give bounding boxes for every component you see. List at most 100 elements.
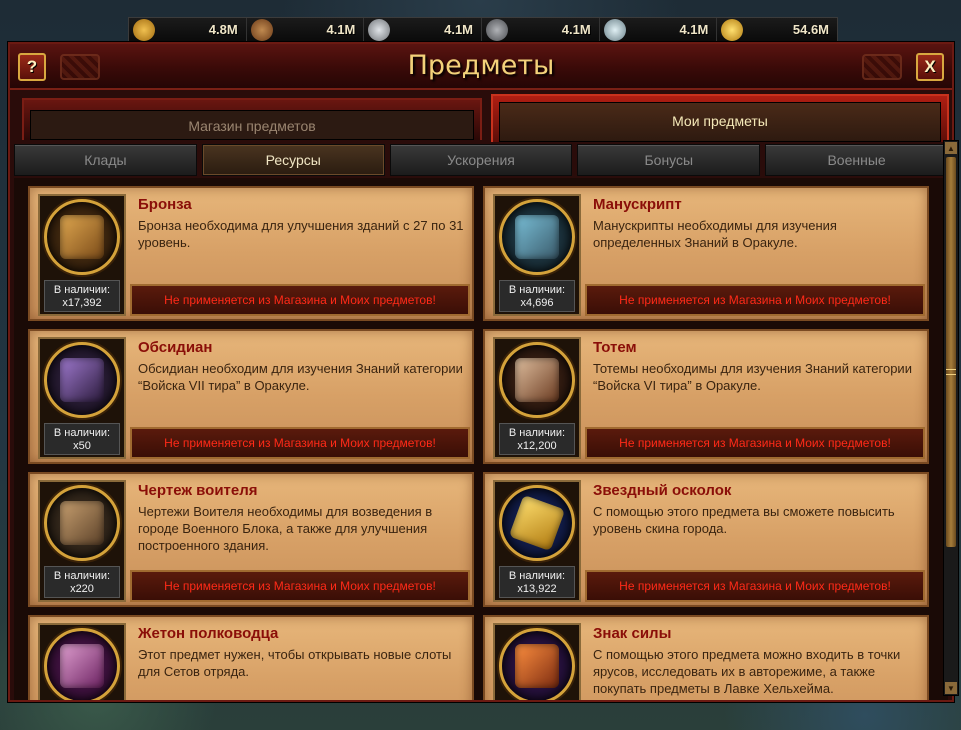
resource-value: 4.1M [444,22,474,37]
close-button[interactable]: X [916,53,944,81]
stock-label: В наличии: [53,570,111,582]
item-name: Жетон полководца [138,625,279,642]
icon-circle [499,485,575,561]
scroll-thumb[interactable] [946,157,956,547]
icon-circle [44,199,120,275]
not-applicable-notice: Не применяется из Магазина и Моих предме… [130,570,470,602]
item-description: Этот предмет нужен, чтобы открывать новы… [138,647,452,679]
subtab-military[interactable]: Военные [765,144,948,176]
resource-value: 4.1M [561,22,591,37]
stock-label: В наличии: [508,570,566,582]
not-applicable-notice: Не применяется из Магазина и Моих предме… [585,427,925,459]
item-card-commander-token: Жетон полководца Этот предмет нужен, что… [28,615,474,700]
stock-box: В наличии: x12,200 [499,423,575,455]
stone-icon [486,19,509,41]
stock-label: В наличии: [53,427,111,439]
not-applicable-notice: Не применяется из Магазина и Моих предме… [130,427,470,459]
item-description: Обсидиан необходим для изучения Знаний к… [138,361,463,393]
stock-count: x50 [73,440,91,452]
not-applicable-notice: Не применяется из Магазина и Моих предме… [130,284,470,316]
resource-value: 4.8M [208,22,238,37]
resource-value: 4.1M [326,22,356,37]
item-description: Чертежи Воителя необходимы для возведени… [138,504,433,553]
resource-bar: 4.8M 4.1M 4.1M 4.1M 4.1M 54.6M [128,17,838,43]
resource-stone: 4.1M [482,18,600,42]
resource-wheat: 4.8M [129,18,247,42]
icon-circle [44,485,120,561]
title-bar: ? Предметы X [10,44,952,90]
tab-my-items[interactable]: Мои предметы [491,94,949,142]
resource-gold: 54.6M [717,18,837,42]
items-window: ? Предметы X Магазин предметов Мои предм… [8,42,954,702]
wheat-icon [133,19,155,41]
manuscript-icon [515,215,559,259]
gold-icon [721,19,744,41]
item-icon-frame: В наличии: x12,200 [493,337,581,459]
resource-wood: 4.1M [247,18,365,42]
subtab-bonuses[interactable]: Бонусы [577,144,761,176]
stock-box: В наличии: x13,922 [499,566,575,598]
item-description: С помощью этого предмета вы сможете повы… [593,504,895,536]
resource-value: 54.6M [792,22,830,37]
item-icon-frame: В наличии: x50 [38,337,126,459]
not-applicable-notice: Не применяется из Магазина и Моих предме… [585,570,925,602]
stock-count: x220 [70,583,94,595]
item-icon-frame [38,623,126,700]
stock-box: В наличии: x50 [44,423,120,455]
item-description: С помощью этого предмета можно входить в… [593,647,901,696]
item-card-totem: В наличии: x12,200 Тотем Тотемы необходи… [483,329,929,464]
window-title: Предметы [407,50,555,81]
item-icon-frame: В наличии: x220 [38,480,126,602]
not-applicable-notice: Не применяется из Магазина и Моих предме… [585,284,925,316]
totem-icon [515,358,559,402]
icon-circle [499,199,575,275]
stock-count: x17,392 [62,297,102,309]
wood-icon [250,19,273,41]
item-name: Тотем [593,339,637,356]
stock-count: x4,696 [520,297,554,309]
tab-item-shop[interactable]: Магазин предметов [22,98,482,140]
item-name: Знак силы [593,625,672,642]
icon-circle [499,342,575,418]
item-icon-frame: В наличии: x13,922 [493,480,581,602]
tab-label: Мои предметы [672,113,768,129]
iron-icon [368,19,391,41]
icon-circle [44,342,120,418]
icon-circle [499,628,575,700]
stock-label: В наличии: [508,284,566,296]
stock-count: x13,922 [517,583,557,595]
bronze-icon [60,215,104,259]
item-card-manuscript: В наличии: x4,696 Манускрипт Манускрипты… [483,186,929,321]
stock-label: В наличии: [53,284,111,296]
stock-box: В наличии: x4,696 [499,280,575,312]
resource-silver: 4.1M [600,18,718,42]
item-name: Бронза [138,196,192,213]
tab-label: Магазин предметов [188,118,316,134]
subtab-speedups[interactable]: Ускорения [389,144,573,176]
category-tabs: Клады Ресурсы Ускорения Бонусы Военные [14,144,948,176]
list-scrollbar[interactable]: ▲ ▼ [943,140,959,696]
subtab-resources[interactable]: Ресурсы [201,144,385,176]
scroll-grip-icon [946,369,956,375]
items-list: В наличии: x17,392 Бронза Бронза необход… [14,178,948,700]
scroll-down-button[interactable]: ▼ [945,682,957,694]
item-card-bronze: В наличии: x17,392 Бронза Бронза необход… [28,186,474,321]
resource-value: 4.1M [679,22,709,37]
stock-box: В наличии: x17,392 [44,280,120,312]
scroll-up-button[interactable]: ▲ [945,142,957,154]
item-description: Манускрипты необходимы для изучения опре… [593,218,837,250]
item-name: Манускрипт [593,196,682,213]
stock-count: x12,200 [517,440,557,452]
item-card-star-shard: В наличии: x13,922 Звездный осколок С по… [483,472,929,607]
item-icon-frame: В наличии: x17,392 [38,194,126,316]
item-icon-frame [493,623,581,700]
item-description: Бронза необходима для улучшения зданий с… [138,218,464,250]
power-sign-icon [515,644,559,688]
obsidian-icon [60,358,104,402]
subtab-treasures[interactable]: Клады [14,144,197,176]
item-name: Чертеж воителя [138,482,258,499]
item-card-obsidian: В наличии: x50 Обсидиан Обсидиан необход… [28,329,474,464]
star-shard-icon [508,494,566,552]
blueprint-icon [60,501,104,545]
item-icon-frame: В наличии: x4,696 [493,194,581,316]
